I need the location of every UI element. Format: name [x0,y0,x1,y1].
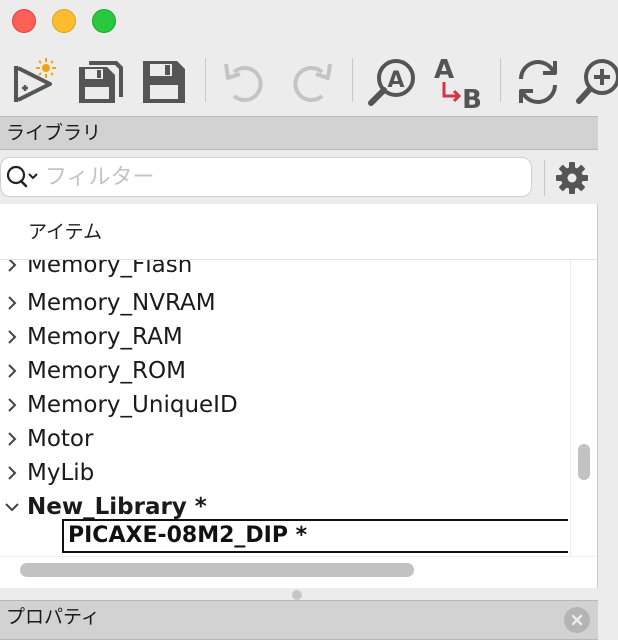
tree-row-memory-ram[interactable]: Memory_RAM [0,320,570,354]
minimize-window-button[interactable] [52,9,76,33]
filter-field[interactable] [0,157,532,197]
chevron-right-icon[interactable] [0,260,24,282]
library-settings-button[interactable] [552,160,592,196]
tree-row-label: PICAXE-08M2_DIP * [68,523,308,548]
tree-row-label: New_Library * [27,494,207,520]
toolbar-separator [352,58,353,102]
search-options-button[interactable] [1,158,45,196]
chevron-down-icon[interactable] [0,490,24,524]
tree-row-label: Memory_NVRAM [27,290,216,316]
tree-row-label: Memory_ROM [27,358,186,384]
undo-button[interactable] [216,54,272,110]
find-button[interactable]: A [364,54,420,110]
new-symbol-sparkle-icon [14,58,56,102]
search-icon [6,165,38,188]
chevron-right-icon[interactable] [0,320,24,354]
redo-icon [293,63,332,102]
redo-button[interactable] [284,54,340,110]
save-all-icon [79,61,123,103]
chevron-right-icon[interactable] [0,286,24,320]
tree-row-memory-nvram[interactable]: Memory_NVRAM [0,286,570,320]
tree-row-label: Memory_RAM [27,324,183,350]
maximize-window-button[interactable] [92,9,116,33]
svg-text:B: B [462,85,482,110]
tree-row-label: Motor [27,426,94,452]
column-header-item[interactable]: アイテム [0,204,597,260]
properties-close-button[interactable] [564,607,590,633]
tree-row-mylib[interactable]: MyLib [0,456,570,490]
save-all-button[interactable] [72,54,128,110]
toolbar-separator [500,58,501,102]
library-tree: アイテム Memory_Flash Memory_NVRAM Memory_RA… [0,204,598,588]
title-bar [0,0,618,42]
refresh-button[interactable] [510,54,566,110]
undo-icon [224,63,263,102]
tree-row-memory-rom[interactable]: Memory_ROM [0,354,570,388]
toolbar-separator [205,58,206,102]
tree-row-label: Memory_UniqueID [27,392,238,418]
new-symbol-button[interactable] [8,54,64,110]
toolbar: A A B [0,48,618,114]
library-panel-title: ライブラリ [6,122,102,144]
save-button[interactable] [136,54,192,110]
save-icon [143,61,185,103]
horizontal-scrollbar-thumb[interactable] [20,563,414,577]
properties-panel-title: プロパティ [6,606,100,628]
vertical-scrollbar[interactable] [570,260,597,556]
properties-panel-header: プロパティ [0,600,598,640]
replace-button[interactable]: A B [428,54,484,110]
svg-text:A: A [434,55,454,85]
chevron-right-icon[interactable] [0,456,24,490]
panel-splitter[interactable] [0,588,598,600]
gear-icon [556,162,588,194]
zoom-in-icon [576,59,618,104]
library-tree-rows: Memory_Flash Memory_NVRAM Memory_RAM Mem… [0,260,570,556]
tree-row-motor[interactable]: Motor [0,422,570,456]
library-panel-header: ライブラリ [0,116,598,150]
vertical-scrollbar-thumb[interactable] [578,444,590,480]
filter-input[interactable] [45,164,515,190]
tree-row-label: MyLib [27,460,95,486]
close-window-button[interactable] [12,9,36,33]
chevron-right-icon[interactable] [0,422,24,456]
filter-row [0,152,598,204]
splitter-handle[interactable] [292,590,302,600]
close-icon [571,614,583,626]
find-icon: A [368,59,415,106]
column-header-label: アイテム [28,221,103,243]
tree-row-label: Memory_Flash [27,260,193,278]
tree-row-picaxe-08m2-dip[interactable]: PICAXE-08M2_DIP * [62,519,568,553]
window-right-edge [598,114,618,626]
tree-row-memory-uniqueid[interactable]: Memory_UniqueID [0,388,570,422]
refresh-icon [519,60,557,104]
filter-separator [544,160,545,196]
svg-text:A: A [387,68,404,93]
chevron-right-icon[interactable] [0,354,24,388]
zoom-in-button[interactable] [576,54,618,110]
chevron-right-icon[interactable] [0,388,24,422]
replace-icon: A B [434,55,482,110]
tree-row-memory-flash[interactable]: Memory_Flash [0,260,570,282]
